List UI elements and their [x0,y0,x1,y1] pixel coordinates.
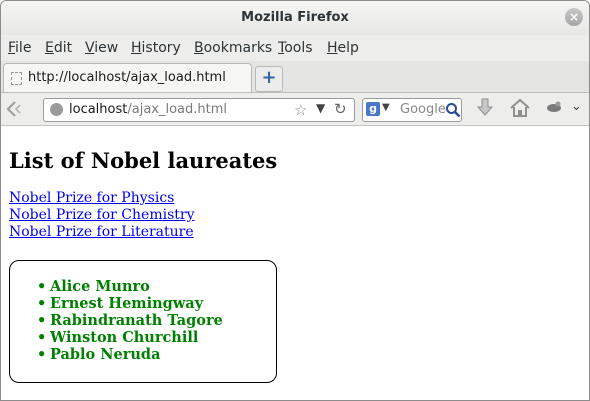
menu-bar: File Edit View History Bookmarks Tools H… [1,35,589,61]
menu-tools[interactable]: Tools [278,40,313,56]
menu-view[interactable]: View [85,40,118,56]
window-title: Mozilla Firefox [241,10,349,25]
download-button[interactable] [475,97,495,124]
laureate-list-box: • Alice Munro • Ernest Hemingway • Rabindra… [9,260,277,383]
list-item: • Alice Munro [37,278,150,295]
tab-title: http://localhost/ajax_load.html [28,70,226,85]
url-bar[interactable]: localhost/ajax_load.html ☆ ▼ ↻ [43,98,355,122]
laureate-name: Winston Churchill [50,329,199,346]
home-button[interactable] [509,97,531,123]
laureate-name: Pablo Neruda [50,346,161,363]
menu-chevron-icon[interactable]: ⌄ [571,99,582,114]
list-item: • Ernest Hemingway [37,295,204,312]
close-window-button[interactable]: × [565,8,583,26]
star-icon[interactable]: ☆ [294,101,307,119]
link-chemistry[interactable]: Nobel Prize for Chemistry [9,207,195,223]
list-item: • Winston Churchill [37,329,199,346]
url-host: localhost [69,102,128,117]
menu-history[interactable]: History [131,40,181,56]
search-icon[interactable] [445,102,461,118]
download-icon [476,98,494,116]
page-icon [11,72,22,85]
link-literature[interactable]: Nobel Prize for Literature [9,224,194,240]
menu-help[interactable]: Help [327,40,359,56]
title-bar: Mozilla Firefox × [1,1,589,35]
back-icon [6,101,21,117]
tab-ajax-load[interactable]: http://localhost/ajax_load.html [3,63,252,92]
menu-file[interactable]: File [8,40,31,56]
reload-icon[interactable]: ↻ [334,100,347,118]
home-icon [510,98,530,117]
new-tab-button[interactable]: + [255,66,283,92]
page-content: List of Nobel laureates Nobel Prize for … [1,126,589,400]
search-engine-chevron-icon[interactable]: ▼ [382,102,390,113]
laureate-name: Alice Munro [50,278,150,295]
search-bar[interactable]: g ▼ Google [362,98,462,122]
chevron-down-icon[interactable]: ▼ [316,101,325,115]
menu-edit[interactable]: Edit [45,40,72,56]
list-item: • Pablo Neruda [37,346,161,363]
laureate-name: Rabindranath Tagore [50,312,223,329]
tab-bar: http://localhost/ajax_load.html + [1,61,589,93]
extension-button[interactable] [545,99,563,119]
list-item: • Rabindranath Tagore [37,312,223,329]
menu-bookmarks[interactable]: Bookmarks [194,40,272,56]
search-input[interactable]: Google [400,102,446,117]
back-button[interactable] [6,99,30,119]
google-logo-icon[interactable]: g [366,102,380,116]
url-path: /ajax_load.html [127,102,228,117]
laureate-list: • Alice Munro • Ernest Hemingway • Rabindra… [37,278,223,363]
link-physics[interactable]: Nobel Prize for Physics [9,190,174,206]
extension-icon [547,101,561,112]
globe-icon [50,103,63,116]
navigation-bar: localhost/ajax_load.html ☆ ▼ ↻ g ▼ Googl… [1,93,589,126]
page-title: List of Nobel laureates [9,148,278,173]
browser-window: Mozilla Firefox × File Edit View History… [0,0,590,401]
url-text[interactable]: localhost/ajax_load.html [69,102,227,117]
laureate-name: Ernest Hemingway [50,295,204,312]
